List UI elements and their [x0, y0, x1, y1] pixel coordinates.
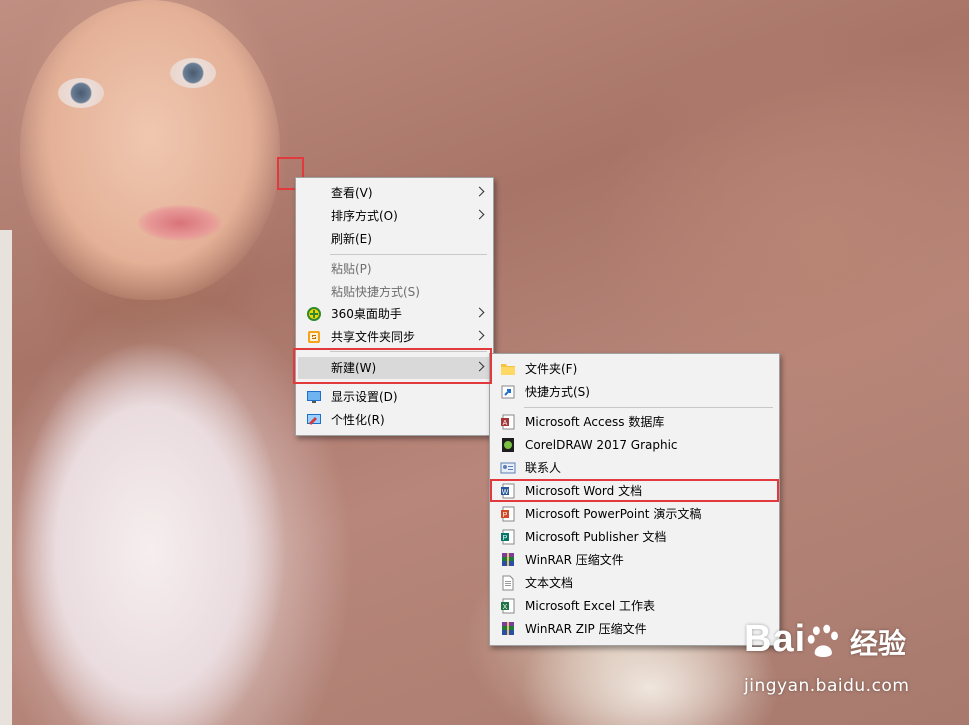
- menu-item-label: 个性化(R): [331, 413, 385, 427]
- folder-icon: [501, 364, 515, 375]
- chevron-right-icon: [474, 209, 485, 220]
- menu-item-label: 刷新(E): [331, 232, 372, 246]
- menu-item-label: 查看(V): [331, 186, 373, 200]
- submenu-item-shortcut[interactable]: 快捷方式(S): [492, 381, 777, 403]
- menu-item-label: 粘贴快捷方式(S): [331, 285, 420, 299]
- wallpaper-post: [0, 230, 12, 725]
- chevron-right-icon: [474, 186, 485, 197]
- menu-item-paste-shortcut[interactable]: 粘贴快捷方式(S): [298, 281, 491, 303]
- submenu-item-access-database[interactable]: A Microsoft Access 数据库: [492, 411, 777, 433]
- submenu-item-publisher[interactable]: P Microsoft Publisher 文档: [492, 526, 777, 548]
- display-monitor-icon: [307, 391, 321, 403]
- menu-item-paste[interactable]: 粘贴(P): [298, 258, 491, 280]
- watermark-jingyan-text: 经验: [850, 627, 907, 660]
- submenu-item-label: Microsoft Access 数据库: [525, 415, 665, 429]
- submenu-item-folder[interactable]: 文件夹(F): [492, 358, 777, 380]
- submenu-item-label: CorelDRAW 2017 Graphic: [525, 438, 678, 452]
- winrar-archive-icon: [502, 553, 514, 566]
- 360-desktop-icon: [307, 307, 321, 321]
- menu-item-sort-by[interactable]: 排序方式(O): [298, 205, 491, 227]
- submenu-item-text-document[interactable]: 文本文档: [492, 572, 777, 594]
- personalize-icon: [307, 414, 321, 425]
- svg-text:P: P: [503, 512, 508, 519]
- submenu-item-excel[interactable]: X Microsoft Excel 工作表: [492, 595, 777, 617]
- chevron-right-icon: [474, 307, 485, 318]
- wallpaper-mouth: [138, 205, 222, 241]
- publisher-icon: P: [501, 529, 515, 545]
- excel-icon: X: [501, 598, 515, 614]
- wallpaper-eye-right: [170, 58, 216, 88]
- menu-separator: [524, 407, 773, 408]
- menu-item-view[interactable]: 查看(V): [298, 182, 491, 204]
- wallpaper-eye-left: [58, 78, 104, 108]
- svg-text:A: A: [503, 420, 508, 427]
- submenu-item-label: 快捷方式(S): [525, 385, 590, 399]
- chevron-right-icon: [474, 330, 485, 341]
- watermark-logo-text: Bai: [744, 618, 807, 660]
- submenu-item-label: WinRAR 压缩文件: [525, 553, 624, 567]
- winrar-zip-icon: [502, 622, 514, 635]
- submenu-item-powerpoint[interactable]: P Microsoft PowerPoint 演示文稿: [492, 503, 777, 525]
- new-item-highlight: [293, 348, 492, 384]
- menu-item-label: 显示设置(D): [331, 390, 398, 404]
- submenu-item-label: WinRAR ZIP 压缩文件: [525, 622, 647, 636]
- wallpaper-dress: [0, 340, 330, 725]
- svg-text:P: P: [503, 535, 508, 542]
- submenu-item-winrar-archive[interactable]: WinRAR 压缩文件: [492, 549, 777, 571]
- submenu-item-winrar-zip[interactable]: WinRAR ZIP 压缩文件: [492, 618, 777, 640]
- submenu-item-label: 文本文档: [525, 576, 574, 590]
- access-database-icon: A: [501, 414, 515, 430]
- desktop-context-menu: 查看(V) 排序方式(O) 刷新(E) 粘贴(P) 粘贴快捷方式(S) 360桌…: [295, 177, 494, 436]
- menu-item-label: 排序方式(O): [331, 209, 398, 223]
- menu-item-360-desktop[interactable]: 360桌面助手: [298, 303, 491, 325]
- submenu-item-contact[interactable]: 联系人: [492, 457, 777, 479]
- powerpoint-icon: P: [501, 506, 515, 522]
- menu-separator: [330, 254, 487, 255]
- submenu-item-coreldraw[interactable]: CorelDRAW 2017 Graphic: [492, 434, 777, 456]
- word-document-highlight: [490, 479, 779, 502]
- baidu-paw-icon: [807, 624, 838, 657]
- menu-item-display-settings[interactable]: 显示设置(D): [298, 386, 491, 408]
- menu-item-personalize[interactable]: 个性化(R): [298, 409, 491, 431]
- shortcut-icon: [501, 385, 515, 399]
- menu-item-shared-folder-sync[interactable]: 共享文件夹同步: [298, 326, 491, 348]
- submenu-item-label: Microsoft Publisher 文档: [525, 530, 667, 544]
- submenu-item-label: 联系人: [525, 461, 562, 475]
- svg-text:X: X: [503, 604, 508, 611]
- menu-item-label: 粘贴(P): [331, 262, 372, 276]
- contact-card-icon: [500, 462, 516, 474]
- wallpaper-face: [20, 0, 280, 300]
- submenu-item-label: 文件夹(F): [525, 362, 578, 376]
- menu-item-label: 360桌面助手: [331, 307, 402, 321]
- text-document-icon: [502, 575, 514, 591]
- watermark-url: jingyan.baidu.com: [744, 676, 910, 696]
- submenu-item-label: Microsoft Excel 工作表: [525, 599, 656, 613]
- coreldraw-icon: [502, 438, 514, 452]
- baidu-jingyan-watermark: Bai 经验 jingyan.baidu.com: [744, 618, 960, 708]
- shared-folder-sync-icon: [308, 331, 320, 343]
- menu-item-refresh[interactable]: 刷新(E): [298, 228, 491, 250]
- menu-item-label: 共享文件夹同步: [331, 330, 416, 344]
- submenu-item-label: Microsoft PowerPoint 演示文稿: [525, 507, 702, 521]
